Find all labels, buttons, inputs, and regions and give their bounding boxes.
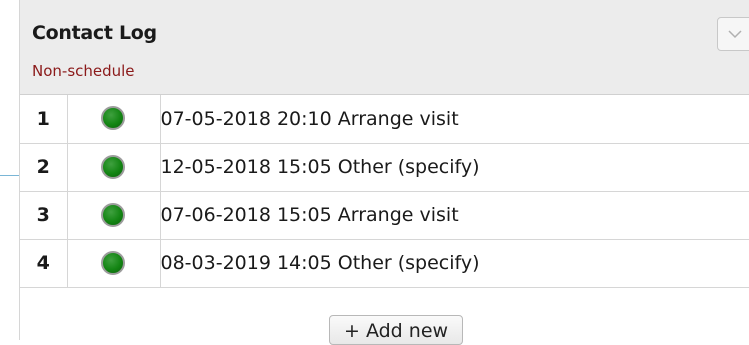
- panel-header: Contact Log Non-schedule: [20, 0, 749, 95]
- table-row[interactable]: 4 08-03-2019 14:05 Other (specify): [20, 239, 749, 288]
- panel-title: Contact Log: [32, 22, 157, 44]
- entry-link[interactable]: 07-06-2018 15:05 Arrange visit: [160, 191, 749, 240]
- status-dot-icon: [100, 250, 125, 275]
- row-number: 4: [20, 239, 68, 288]
- status-dot-icon: [100, 154, 125, 179]
- status-cell: [67, 143, 161, 192]
- entry-link[interactable]: 08-03-2019 14:05 Other (specify): [160, 239, 749, 288]
- table-row[interactable]: 3 07-06-2018 15:05 Arrange visit: [20, 191, 749, 240]
- table-row[interactable]: 2 12-05-2018 15:05 Other (specify): [20, 143, 749, 192]
- row-number: 1: [20, 95, 68, 144]
- row-number: 2: [20, 143, 68, 192]
- status-cell: [67, 95, 161, 144]
- status-dot-icon: [100, 106, 125, 130]
- status-cell: [67, 239, 161, 288]
- status-dot-icon: [100, 202, 125, 227]
- panel-footer: + Add new: [20, 295, 749, 345]
- row-number: 3: [20, 191, 68, 240]
- contact-log-table: 1 07-05-2018 20:10 Arrange visit 2 12-05…: [20, 95, 749, 288]
- status-cell: [67, 191, 161, 240]
- entry-link[interactable]: 07-05-2018 20:10 Arrange visit: [160, 95, 749, 144]
- contact-log-panel: Contact Log Non-schedule 1 07-05-2018 20…: [19, 0, 749, 345]
- add-new-button[interactable]: + Add new: [329, 315, 464, 345]
- table-row[interactable]: 1 07-05-2018 20:10 Arrange visit: [20, 95, 749, 144]
- entry-link[interactable]: 12-05-2018 15:05 Other (specify): [160, 143, 749, 192]
- collapse-button[interactable]: [717, 17, 749, 51]
- chevron-down-icon: [728, 30, 742, 39]
- panel-subtitle: Non-schedule: [32, 62, 135, 80]
